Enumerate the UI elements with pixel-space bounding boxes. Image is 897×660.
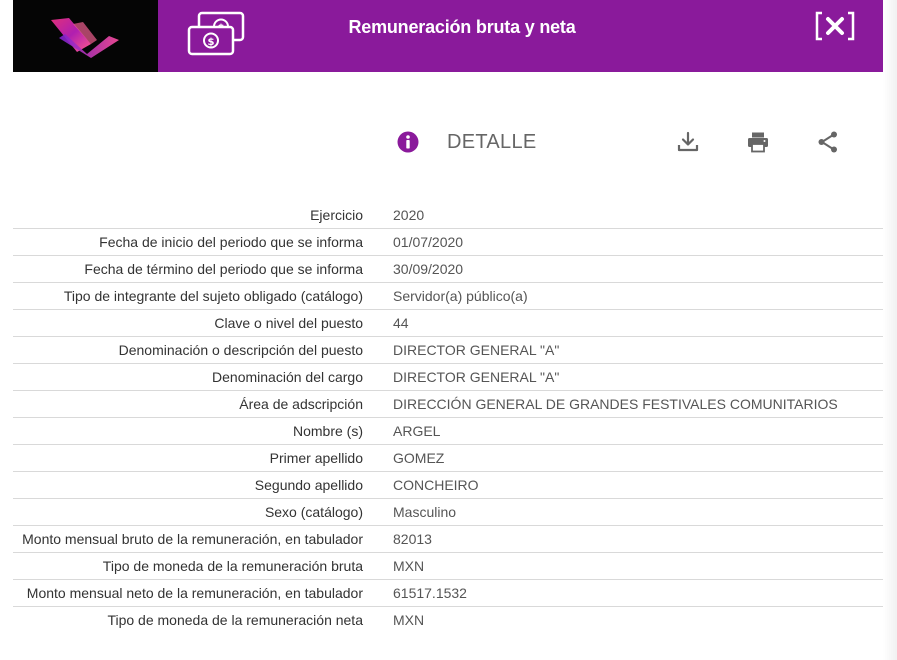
- detail-value: 82013: [393, 531, 432, 547]
- detail-label: Monto mensual neto de la remuneración, e…: [26, 585, 363, 601]
- detail-label: Ejercicio: [310, 207, 363, 223]
- detail-label: Primer apellido: [269, 450, 363, 466]
- detail-row: Monto mensual neto de la remuneración, e…: [13, 580, 883, 607]
- detail-label: Denominación o descripción del puesto: [118, 342, 363, 358]
- download-icon[interactable]: [676, 130, 700, 154]
- detail-value: DIRECCIÓN GENERAL DE GRANDES FESTIVALES …: [393, 396, 838, 412]
- scrollbar-track[interactable]: [883, 0, 897, 660]
- modal-title: Remuneración bruta y neta: [348, 17, 576, 37]
- detail-row: Tipo de moneda de la remuneración neta MX…: [13, 607, 883, 633]
- detail-label: Tipo de moneda de la remuneración bruta: [102, 558, 363, 574]
- detail-value: Servidor(a) público(a): [393, 288, 528, 304]
- detail-row: Nombre (s) ARGEL: [13, 418, 883, 445]
- detail-value: CONCHEIRO: [393, 477, 479, 493]
- detail-row: Primer apellido GOMEZ: [13, 445, 883, 472]
- detail-row: Ejercicio 2020: [13, 202, 883, 229]
- detail-value: MXN: [393, 558, 425, 574]
- detail-row: Segundo apellido CONCHEIRO: [13, 472, 883, 499]
- detail-label: Tipo de moneda de la remuneración neta: [107, 612, 363, 628]
- detail-row: Sexo (catálogo) Masculino: [13, 499, 883, 526]
- print-icon[interactable]: [746, 130, 770, 154]
- detail-row: Área de adscripción DIRECCIÓN GENERAL DE …: [13, 391, 883, 418]
- detail-value: 2020: [393, 207, 425, 223]
- detail-label: Sexo (catálogo): [264, 504, 363, 520]
- detail-value: 01/07/2020: [393, 234, 464, 250]
- detail-label: Nombre (s): [292, 423, 363, 439]
- detail-row: Tipo de moneda de la remuneración bruta M…: [13, 553, 883, 580]
- detail-table: Ejercicio 2020 Fecha de inicio del periodo…: [13, 202, 883, 633]
- detail-value: MXN: [393, 612, 425, 628]
- share-icon[interactable]: [816, 130, 840, 154]
- detail-label: Segundo apellido: [254, 477, 363, 493]
- detail-label: Fecha de término del periodo que se info…: [84, 261, 363, 277]
- detail-row: Clave o nivel del puesto 44: [13, 310, 883, 337]
- detail-toolbar: DETALLE: [0, 120, 897, 168]
- modal-header: $ $ Remuneración bruta y neta: [13, 0, 883, 72]
- detail-value: DIRECTOR GENERAL "A": [393, 369, 560, 385]
- detail-label: Monto mensual bruto de la remuneración, …: [22, 531, 363, 547]
- detail-row: Tipo de integrante del sujeto obligado (…: [13, 283, 883, 310]
- detail-label: Fecha de inicio del periodo que se infor…: [99, 234, 363, 250]
- info-icon: [397, 131, 419, 153]
- detail-row: Monto mensual bruto de la remuneración, …: [13, 526, 883, 553]
- detail-heading: DETALLE: [447, 131, 537, 153]
- close-button[interactable]: [815, 10, 855, 42]
- detail-value: DIRECTOR GENERAL "A": [393, 342, 560, 358]
- detail-row: Denominación del cargo DIRECTOR GENERAL "…: [13, 364, 883, 391]
- detail-label: Área de adscripción: [239, 396, 363, 412]
- detail-value: 30/09/2020: [393, 261, 464, 277]
- detail-label: Denominación del cargo: [212, 369, 363, 385]
- detail-value: Masculino: [393, 504, 457, 520]
- detail-value: 61517.1532: [393, 585, 467, 601]
- detail-row: Fecha de término del periodo que se info…: [13, 256, 883, 283]
- detail-label: Clave o nivel del puesto: [214, 315, 363, 331]
- detail-row: Denominación o descripción del puesto DIR…: [13, 337, 883, 364]
- detail-value: 44: [393, 315, 409, 331]
- detail-label: Tipo de integrante del sujeto obligado (…: [63, 288, 363, 304]
- detail-value: ARGEL: [393, 423, 441, 439]
- detail-row: Fecha de inicio del periodo que se infor…: [13, 229, 883, 256]
- detail-value: GOMEZ: [393, 450, 445, 466]
